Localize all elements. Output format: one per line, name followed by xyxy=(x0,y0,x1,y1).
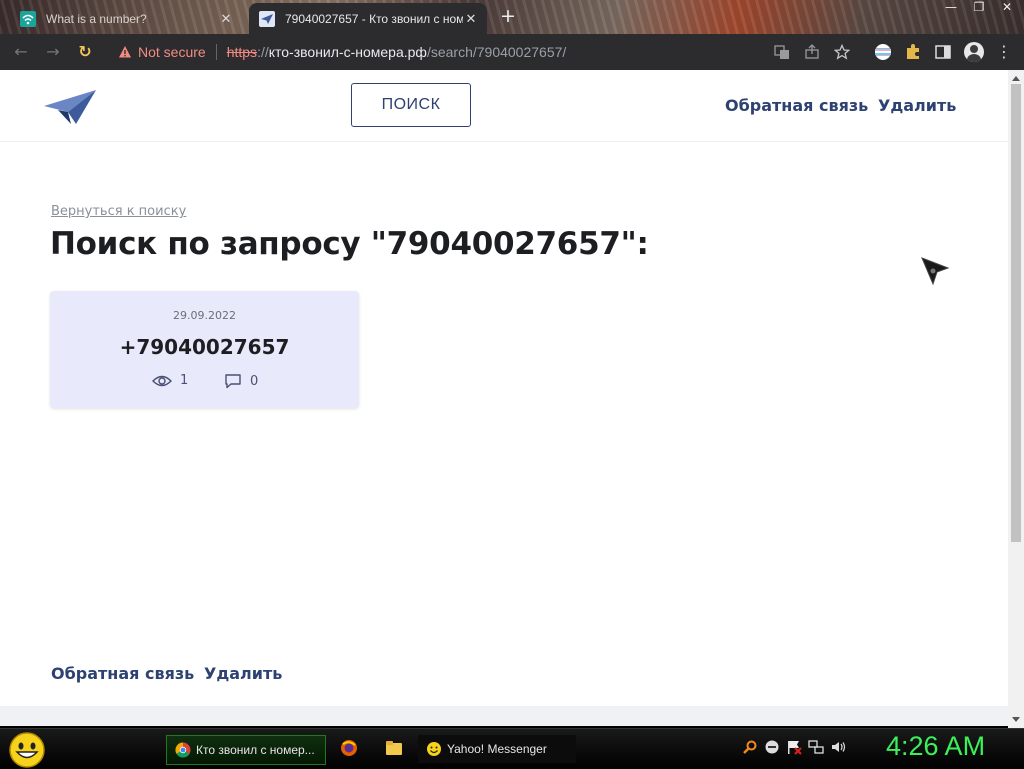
forward-button[interactable]: → xyxy=(42,41,64,63)
tab-title: 79040027657 - Кто звонил с номера xyxy=(285,11,463,26)
bookmark-star-icon[interactable] xyxy=(834,44,850,60)
wifi-icon xyxy=(20,10,36,27)
chrome-icon xyxy=(175,742,191,758)
paper-plane-logo-icon[interactable] xyxy=(42,88,98,126)
comment-icon xyxy=(225,374,241,389)
status-tray-icon[interactable] xyxy=(764,739,780,755)
comments-stat: 0 xyxy=(224,373,258,389)
new-tab-button[interactable]: + xyxy=(500,5,516,27)
search-tray-icon[interactable] xyxy=(742,739,758,755)
profile-avatar-icon[interactable] xyxy=(964,42,984,62)
back-to-search-link[interactable]: Вернуться к поиску xyxy=(51,204,186,219)
address-bar[interactable]: Not secure https://кто-звонил-с-номера.р… xyxy=(108,40,850,64)
taskbar-yahoo-label: Yahoo! Messenger xyxy=(447,742,547,756)
footer-delete-link[interactable]: Удалить xyxy=(204,664,282,683)
tab-title: What is a number? xyxy=(46,11,147,26)
url-path: /search/79040027657/ xyxy=(426,44,567,60)
yahoo-smiley-icon xyxy=(427,742,441,756)
taskbar-clock[interactable]: 4:26 AM xyxy=(886,731,985,762)
result-date: 29.09.2022 xyxy=(173,309,236,322)
site-header: ПОИСК Обратная связь Удалить xyxy=(0,70,1008,142)
header-delete-link[interactable]: Удалить xyxy=(878,96,956,115)
comments-count: 0 xyxy=(250,373,259,389)
views-stat: 1 xyxy=(152,373,188,388)
side-panel-icon[interactable] xyxy=(934,43,952,61)
window-controls: — ❐ ✕ xyxy=(944,0,1014,14)
minimize-button[interactable]: — xyxy=(944,0,958,14)
volume-tray-icon[interactable] xyxy=(830,739,846,755)
smiley-start-icon[interactable] xyxy=(8,731,46,769)
puzzle-extension-icon[interactable] xyxy=(904,43,922,61)
tab-close-icon[interactable]: ✕ xyxy=(218,11,234,27)
flag-extension-icon[interactable] xyxy=(874,43,892,61)
network-tray-icon[interactable] xyxy=(808,739,824,755)
eye-icon xyxy=(152,375,172,386)
tab-close-icon[interactable]: ✕ xyxy=(463,11,479,27)
taskbar: Кто звонил с номер... Yahoo! Messenger 4… xyxy=(0,728,1024,769)
address-divider xyxy=(215,44,217,60)
translate-icon[interactable] xyxy=(774,44,790,60)
views-count: 1 xyxy=(180,373,189,388)
extension-icons xyxy=(874,42,984,62)
url-separator: :// xyxy=(257,44,269,60)
result-phone-number[interactable]: +79040027657 xyxy=(50,335,359,359)
scrollbar-thumb[interactable] xyxy=(1011,84,1021,542)
omnibox-actions xyxy=(774,44,850,60)
browser-menu-button[interactable]: ⋮ xyxy=(996,42,1012,62)
result-card[interactable]: 29.09.2022 +79040027657 1 0 xyxy=(50,291,359,408)
taskbar-chrome-label: Кто звонил с номер... xyxy=(196,743,315,757)
page-title: Поиск по запросу "79040027657": xyxy=(50,226,649,262)
window-close-button[interactable]: ✕ xyxy=(1000,0,1014,14)
paper-plane-favicon-icon xyxy=(259,10,275,27)
restore-button[interactable]: ❐ xyxy=(972,0,986,14)
back-button[interactable]: ← xyxy=(10,41,32,63)
taskbar-chrome-button[interactable]: Кто звонил с номер... xyxy=(166,735,326,765)
flag-tray-icon[interactable] xyxy=(786,739,802,755)
browser-tab-active[interactable]: 79040027657 - Кто звонил с номера ✕ xyxy=(249,3,487,34)
url-scheme: https xyxy=(226,44,258,60)
page-footer-band xyxy=(0,706,1008,726)
url-host: кто-звонил-с-номера.рф xyxy=(268,44,427,60)
search-button[interactable]: ПОИСК xyxy=(351,83,471,127)
footer-feedback-link[interactable]: Обратная связь xyxy=(51,664,194,683)
folder-icon[interactable] xyxy=(385,739,403,757)
taskbar-yahoo-button[interactable]: Yahoo! Messenger xyxy=(418,735,576,763)
system-tray xyxy=(742,739,846,755)
scroll-down-arrow-icon[interactable] xyxy=(1012,717,1020,722)
reload-button[interactable]: ↻ xyxy=(74,41,96,63)
header-feedback-link[interactable]: Обратная связь xyxy=(725,96,868,115)
firefox-icon[interactable] xyxy=(340,739,358,757)
browser-tab-strip: What is a number? ✕ 79040027657 - Кто зв… xyxy=(0,0,1024,34)
share-icon[interactable] xyxy=(804,44,820,60)
page-scrollbar[interactable] xyxy=(1008,70,1024,728)
security-label[interactable]: Not secure xyxy=(138,44,206,60)
warning-icon xyxy=(119,46,131,58)
mouse-cursor-icon xyxy=(921,257,950,286)
page-viewport: ПОИСК Обратная связь Удалить Вернуться к… xyxy=(0,70,1008,726)
browser-tab-inactive[interactable]: What is a number? ✕ xyxy=(10,3,242,34)
scroll-up-arrow-icon[interactable] xyxy=(1012,76,1020,81)
browser-toolbar: ← → ↻ Not secure https://кто-звонил-с-но… xyxy=(0,34,1024,70)
